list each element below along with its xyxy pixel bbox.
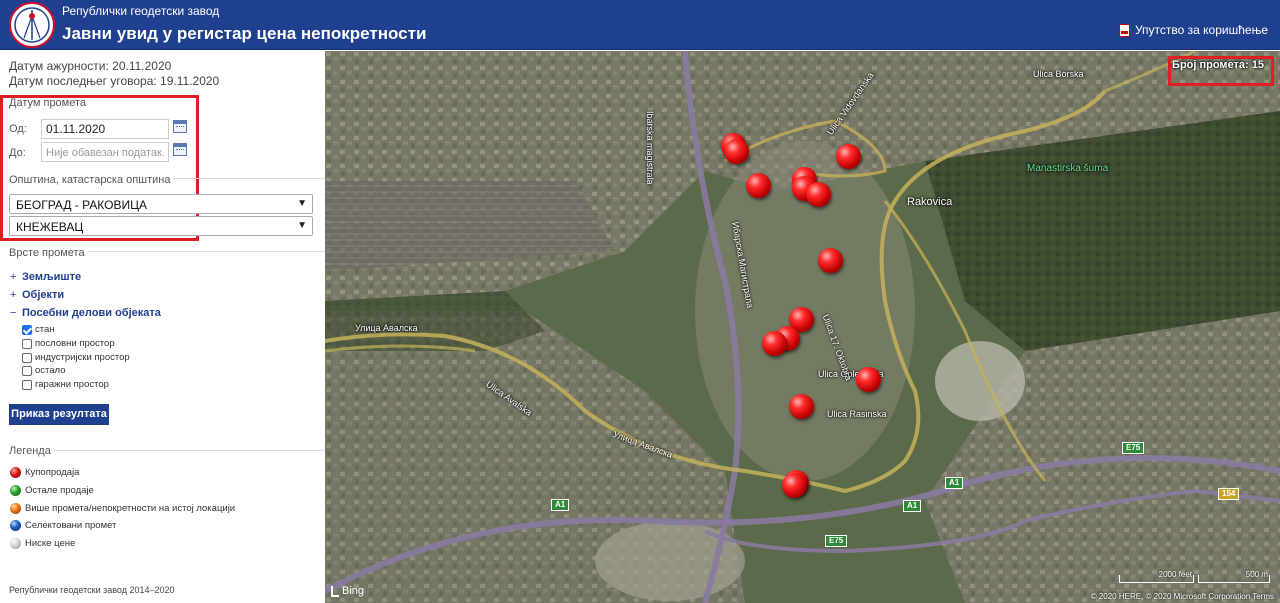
legend-label: Селектовани промет — [25, 520, 117, 531]
last-contract-date: Датум последњег уговора: 19.11.2020 — [9, 74, 220, 88]
page-title: Јавни увид у регистар цена непокретности — [62, 24, 427, 43]
bing-logo: Bing — [331, 585, 364, 597]
map-label-rakovica: Rakovica — [907, 196, 953, 208]
pdf-icon — [1118, 23, 1130, 37]
from-label: Од: — [9, 123, 27, 135]
legend-item: Више промета/непокретности на истој лока… — [10, 503, 235, 514]
legend-item: Купопродаја — [10, 467, 79, 478]
filter-sidebar: Датум ажурности: 20.11.2020 Датум послед… — [0, 51, 325, 603]
transaction-marker[interactable] — [806, 182, 831, 207]
chevron-down-icon: ▼ — [297, 220, 307, 231]
date-section-label: Датум промета — [9, 97, 87, 109]
checkbox[interactable] — [22, 352, 32, 363]
map-label-rasinska: Ulica Rasinska — [827, 409, 887, 419]
org-name: Републички геодетски завод — [62, 4, 220, 18]
dates-info: Датум ажурности: 20.11.2020 Датум послед… — [9, 59, 219, 89]
checkbox[interactable] — [22, 379, 32, 390]
tree-item-objects[interactable]: + Објекти — [10, 289, 64, 301]
cadastral-value: КНЕЖЕВАЦ — [16, 220, 84, 234]
show-results-button[interactable]: Приказ резултата — [9, 404, 109, 425]
checkbox-row-garage[interactable]: гаражни простор — [22, 379, 109, 390]
checkbox[interactable] — [22, 365, 32, 376]
tree-item-special-parts[interactable]: − Посебни делови објеката — [10, 307, 161, 319]
road-shield-e75: E75 — [825, 535, 848, 547]
checkbox-row-industrial[interactable]: индустријски простор — [22, 352, 130, 363]
checkbox-label: остало — [35, 365, 66, 376]
checkbox-label: гаражни простор — [35, 379, 109, 390]
rgz-logo — [9, 2, 55, 48]
expand-icon: + — [10, 289, 17, 301]
municipality-section-label: Општина, катастарска општина — [9, 174, 174, 186]
legend-item: Селектовани промет — [10, 520, 116, 531]
update-date: Датум ажурности: 20.11.2020 — [9, 59, 172, 73]
user-manual-link[interactable]: Упутство за коришћење — [1118, 23, 1268, 37]
road-shield-154: 154 — [1218, 488, 1240, 500]
checkbox-label: пословни простор — [35, 338, 115, 349]
types-section-label: Врсте промета — [9, 247, 88, 259]
checkbox-checked[interactable] — [22, 324, 32, 335]
legend-label: Остале продаје — [25, 485, 94, 496]
legend-item: Остале продаје — [10, 485, 94, 496]
to-label: До: — [9, 147, 26, 159]
map-label-ibarska: Ibarska magistrala — [645, 111, 655, 185]
transaction-marker[interactable] — [818, 248, 843, 273]
tree-item-label: Објекти — [22, 289, 65, 301]
white-dot-icon — [10, 538, 21, 549]
scale-label-feet: 2000 feet — [1158, 570, 1192, 579]
legend-label: Више промета/непокретности на истој лока… — [25, 503, 236, 514]
calendar-icon[interactable] — [173, 120, 187, 133]
road-shield-a1: A1 — [903, 500, 922, 512]
blue-dot-icon — [10, 520, 21, 531]
transaction-marker[interactable] — [724, 139, 749, 164]
transaction-count: Број промета: 15 — [1172, 59, 1264, 71]
tree-item-label: Земљиште — [22, 271, 82, 283]
checkbox-label: индустријски простор — [35, 352, 130, 363]
app-header: Републички геодетски завод Јавни увид у … — [0, 0, 1280, 50]
map-label-manastirska: Manastirska šuma — [1027, 163, 1109, 174]
transaction-marker[interactable] — [746, 173, 771, 198]
checkbox-label: стан — [35, 324, 55, 335]
checkbox-row-other[interactable]: остало — [22, 365, 66, 376]
legend-label: Купопродаја — [25, 467, 80, 478]
tree-item-label: Посебни делови објеката — [22, 307, 161, 319]
map-label-avalska-cyr: Улица Авалска — [355, 323, 418, 333]
date-from-input[interactable] — [41, 119, 169, 139]
bing-label: Bing — [342, 585, 365, 597]
date-to-input[interactable] — [41, 142, 169, 162]
divider — [9, 450, 325, 451]
municipality-value: БЕОГРАД - РАКОВИЦА — [16, 198, 148, 212]
transaction-marker[interactable] — [789, 394, 814, 419]
road-shield-e75: E75 — [1122, 442, 1145, 454]
map-label-borska: Ulica Borska — [1033, 69, 1084, 79]
map-copyright[interactable]: © 2020 HERE, © 2020 Microsoft Corporatio… — [1091, 592, 1274, 601]
red-dot-icon — [10, 467, 21, 478]
transaction-marker[interactable] — [836, 144, 861, 169]
checkbox-row-apartment[interactable]: стан — [22, 324, 55, 335]
bing-icon — [331, 585, 339, 597]
municipality-select[interactable]: БЕОГРАД - РАКОВИЦА ▼ — [9, 194, 313, 214]
tree-item-land[interactable]: + Земљиште — [10, 271, 81, 283]
map-view[interactable]: Rakovica Manastirska šuma Ulica Borska I… — [325, 51, 1280, 603]
legend-section-label: Легенда — [9, 445, 54, 457]
transaction-marker[interactable] — [782, 473, 807, 498]
footer-copyright: Републички геодетски завод 2014–2020 — [9, 585, 175, 595]
transaction-marker[interactable] — [762, 331, 787, 356]
checkbox-row-business[interactable]: пословни простор — [22, 338, 115, 349]
legend-item: Ниске цене — [10, 538, 75, 549]
checkbox[interactable] — [22, 338, 32, 349]
legend-label: Ниске цене — [25, 538, 76, 549]
road-shield-a1: A1 — [945, 477, 964, 489]
orange-dot-icon — [10, 503, 21, 514]
cadastral-select[interactable]: КНЕЖЕВАЦ ▼ — [9, 216, 313, 236]
chevron-down-icon: ▼ — [297, 198, 307, 209]
transaction-marker[interactable] — [856, 367, 881, 392]
scale-label-meters: 500 m — [1245, 570, 1268, 579]
road-shield-a1: A1 — [551, 499, 570, 511]
calendar-icon[interactable] — [173, 143, 187, 156]
green-dot-icon — [10, 485, 21, 496]
collapse-icon: − — [10, 307, 17, 319]
user-manual-label: Упутство за коришћење — [1134, 23, 1268, 37]
expand-icon: + — [10, 271, 17, 283]
